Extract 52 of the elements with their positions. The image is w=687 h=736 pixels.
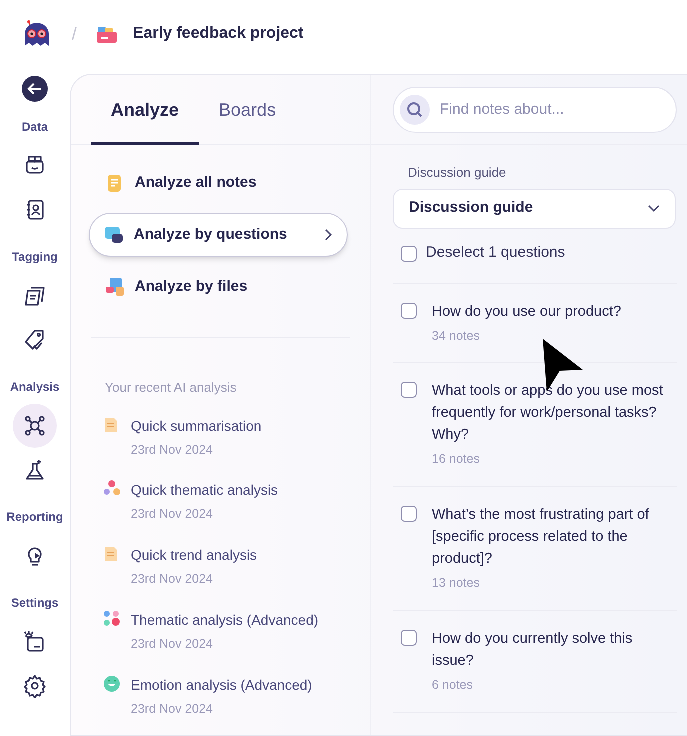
sidebar-section-label: Data xyxy=(22,119,48,136)
note-count: 34 notes xyxy=(432,328,481,344)
checkbox[interactable] xyxy=(401,506,417,522)
sidebar-section-label: Settings xyxy=(11,595,59,612)
section-heading: Your recent AI analysis xyxy=(104,379,238,397)
field-label: Discussion guide xyxy=(408,164,508,182)
back-button-icon[interactable] xyxy=(22,76,48,102)
note-count: 16 notes xyxy=(432,451,481,468)
deselect-label[interactable]: Deselect 1 questions xyxy=(426,242,566,265)
dots-icon xyxy=(103,610,121,628)
monster-logo-icon[interactable] xyxy=(22,20,52,48)
question-text: How do you use our product? xyxy=(432,302,622,322)
dots-icon xyxy=(103,480,121,498)
search-icon xyxy=(400,94,430,124)
network-icon[interactable] xyxy=(13,404,57,448)
smiley-icon xyxy=(103,674,121,692)
folder-icon xyxy=(97,25,118,43)
analysis-title[interactable]: Thematic analysis (Advanced) xyxy=(131,610,319,631)
analysis-date: 23rd Nov 2024 xyxy=(131,636,214,653)
analysis-title[interactable]: Emotion analysis (Advanced) xyxy=(131,674,312,696)
question-text: What tools or apps do you use most frequently for work/personal tasks? Why? xyxy=(432,382,664,446)
project-title[interactable]: Early feedback project xyxy=(133,22,304,46)
files-icon xyxy=(105,277,125,297)
checkbox[interactable] xyxy=(401,302,417,318)
chat-bubbles-icon xyxy=(104,225,124,245)
analysis-date: 23rd Nov 2024 xyxy=(131,442,214,458)
analysis-date: 23rd Nov 2024 xyxy=(131,700,214,718)
sidebar-section-label: Tagging xyxy=(12,249,58,266)
search-field[interactable]: Find notes about... xyxy=(393,86,677,132)
analysis-mode-option[interactable]: Analyze by files xyxy=(89,265,348,309)
chevron-down-icon xyxy=(648,204,660,212)
guide-dropdown[interactable]: Discussion guide xyxy=(393,188,676,228)
chevron-right-icon xyxy=(325,229,333,241)
question-text: How do you currently solve this issue? xyxy=(432,630,634,671)
tab[interactable]: Boards xyxy=(199,75,296,145)
analysis-mode-option[interactable]: Analyze all notes xyxy=(89,161,348,205)
sidebar-section-label: Reporting xyxy=(6,509,64,526)
analysis-title[interactable]: Quick thematic analysis xyxy=(131,480,278,502)
analysis-mode-option[interactable]: Analyze by questions xyxy=(89,213,348,257)
analysis-title[interactable]: Quick trend analysis xyxy=(131,545,258,566)
note-count: 13 notes xyxy=(432,575,481,592)
tab[interactable]: Analyze xyxy=(91,75,200,145)
breadcrumb-separator: / xyxy=(72,23,78,46)
checkbox[interactable] xyxy=(401,382,417,398)
sidebar-section-label: Analysis xyxy=(10,379,60,396)
analysis-title[interactable]: Quick summarisation xyxy=(131,416,262,436)
checkbox[interactable] xyxy=(401,246,417,262)
analysis-date: 23rd Nov 2024 xyxy=(131,571,214,588)
checkbox[interactable] xyxy=(401,630,417,646)
analysis-date: 23rd Nov 2024 xyxy=(131,506,214,524)
note-count: 6 notes xyxy=(432,676,474,694)
question-text: What’s the most frustrating part of [specific process related to the product]? xyxy=(432,506,650,569)
